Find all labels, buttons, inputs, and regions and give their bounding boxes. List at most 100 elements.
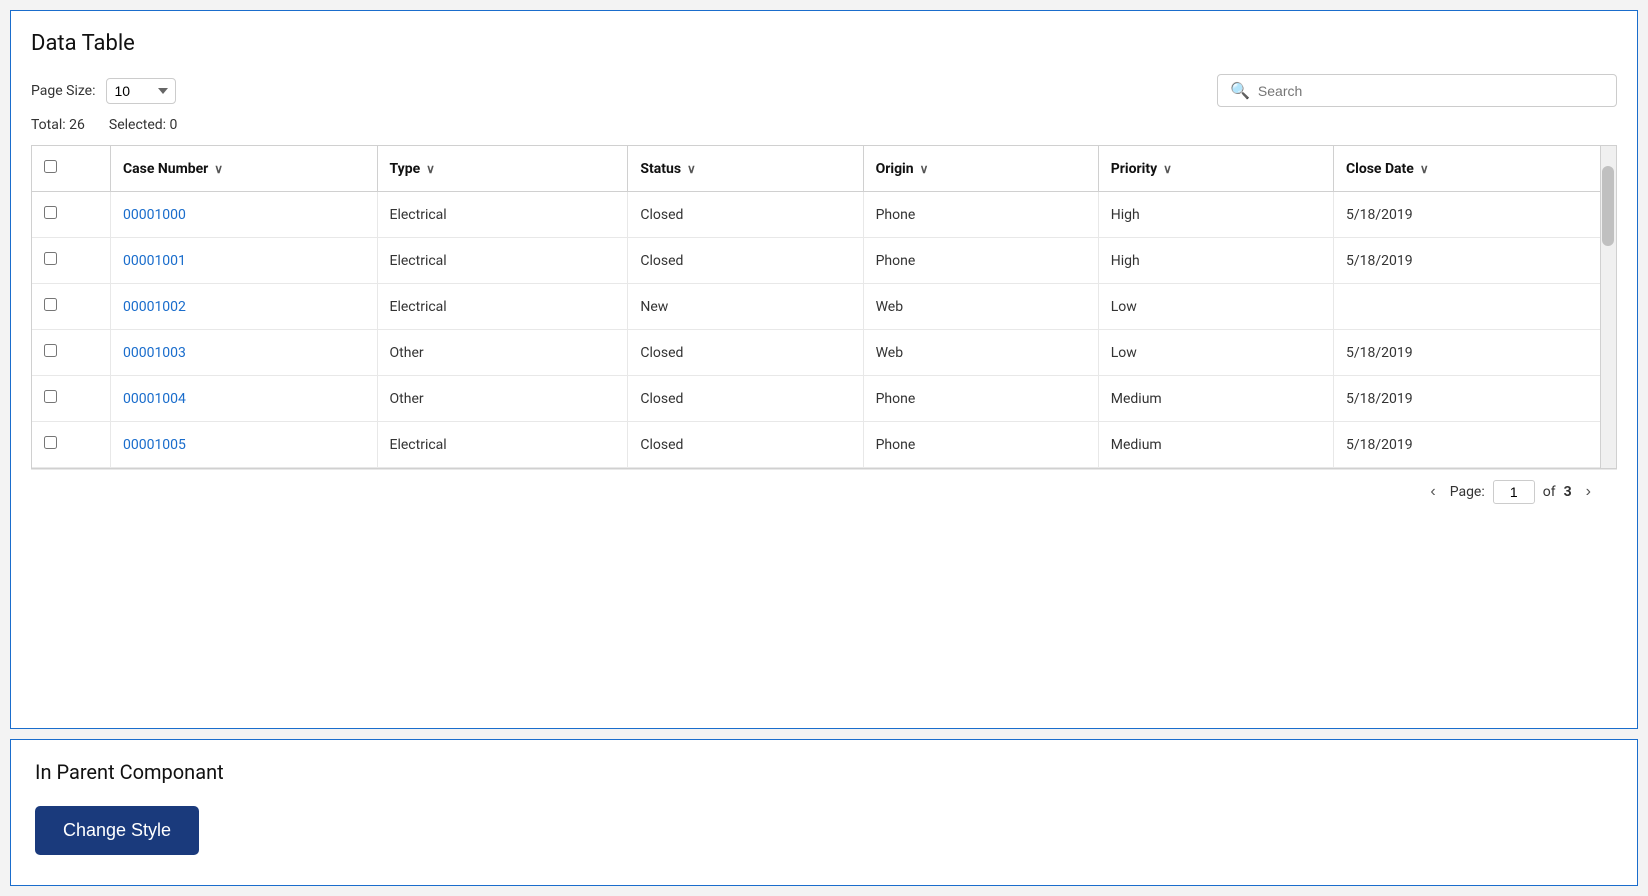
cell-case-number: 00001001 [110,238,377,284]
table-scroll: Case Number ∨ Type ∨ Sta [32,146,1600,468]
page-number-input[interactable] [1493,480,1535,504]
data-table: Case Number ∨ Type ∨ Sta [32,146,1600,468]
table-row: 00001005 ElectricalClosedPhoneMedium5/18/… [32,422,1600,468]
sort-icon-origin: ∨ [920,162,929,176]
search-icon: 🔍 [1230,81,1250,100]
case-number-link[interactable]: 00001003 [123,345,186,361]
row-checkbox-cell [32,284,110,330]
bottom-title: In Parent Componant [35,760,1613,784]
toolbar: Page Size: 10 5 25 50 100 🔍 [31,74,1617,107]
page-size-label: Page Size: [31,83,96,99]
cell-origin: Phone [863,238,1098,284]
main-container: Data Table Page Size: 10 5 25 50 100 🔍 T… [10,10,1638,729]
row-checkbox[interactable] [44,206,57,219]
cell-case-number: 00001005 [110,422,377,468]
cell-type: Electrical [377,422,628,468]
cell-case-number: 00001000 [110,192,377,238]
cell-origin: Phone [863,192,1098,238]
cell-closedate: 5/18/2019 [1333,376,1600,422]
next-page-button[interactable]: › [1580,481,1597,503]
cell-priority: High [1098,192,1333,238]
cell-closedate: 5/18/2019 [1333,330,1600,376]
table-row: 00001004OtherClosedPhoneMedium5/18/2019 [32,376,1600,422]
row-checkbox-cell [32,422,110,468]
col-header-origin[interactable]: Origin ∨ [863,146,1098,192]
row-checkbox[interactable] [44,390,57,403]
cell-type: Electrical [377,238,628,284]
row-checkbox[interactable] [44,252,57,265]
row-checkbox-cell [32,376,110,422]
col-header-case-number[interactable]: Case Number ∨ [110,146,377,192]
cell-status: Closed [628,422,863,468]
data-table-wrapper: Case Number ∨ Type ∨ Sta [31,145,1617,469]
table-body: 00001000ElectricalClosedPhoneHigh5/18/20… [32,192,1600,468]
cell-origin: Phone [863,376,1098,422]
case-number-link[interactable]: 00001004 [123,391,186,407]
col-header-close-date[interactable]: Close Date ∨ [1333,146,1600,192]
table-row: 00001003 OtherClosedWebLow5/18/2019 [32,330,1600,376]
cell-priority: Medium [1098,376,1333,422]
row-checkbox[interactable] [44,298,57,311]
bottom-section: In Parent Componant Change Style [10,739,1638,886]
table-header-row: Case Number ∨ Type ∨ Sta [32,146,1600,192]
table-row: 00001001 ElectricalClosedPhoneHigh5/18/20… [32,238,1600,284]
prev-page-button[interactable]: ‹ [1424,481,1441,503]
selected-count: Selected: 0 [109,117,178,133]
cell-closedate: 5/18/2019 [1333,192,1600,238]
cell-status: New [628,284,863,330]
cell-type: Other [377,330,628,376]
total-count: Total: 26 [31,117,85,133]
select-all-checkbox[interactable] [44,160,57,173]
row-checkbox-cell [32,330,110,376]
table-row: 00001002 ElectricalNewWebLow [32,284,1600,330]
cell-case-number: 00001003 [110,330,377,376]
scrollbar-thumb[interactable] [1602,166,1614,246]
page-size-select[interactable]: 10 5 25 50 100 [106,78,176,104]
cell-type: Electrical [377,192,628,238]
pagination-row: ‹ Page: of 3 › [31,469,1617,514]
sort-icon-priority: ∨ [1163,162,1172,176]
table-row: 00001000 ElectricalClosedPhoneHigh5/18/20… [32,192,1600,238]
case-number-link[interactable]: 00001000 [123,207,186,223]
scrollbar-area[interactable] [1600,146,1616,468]
sort-icon-close-date: ∨ [1420,162,1429,176]
col-header-priority[interactable]: Priority ∨ [1098,146,1333,192]
cell-status: Closed [628,238,863,284]
change-style-button[interactable]: Change Style [35,806,199,855]
cell-priority: Medium [1098,422,1333,468]
cell-origin: Web [863,330,1098,376]
sort-icon-status: ∨ [687,162,696,176]
page-title: Data Table [31,31,1617,56]
case-number-link[interactable]: 00001001 [123,253,186,269]
of-label: of [1543,484,1556,500]
cell-priority: Low [1098,330,1333,376]
search-box: 🔍 [1217,74,1617,107]
cell-type: Electrical [377,284,628,330]
cell-origin: Phone [863,422,1098,468]
cell-status: Closed [628,330,863,376]
case-number-link[interactable]: 00001005 [123,437,186,453]
total-pages: 3 [1564,484,1572,500]
cell-type: Other [377,376,628,422]
row-checkbox[interactable] [44,344,57,357]
page-label: Page: [1450,484,1485,500]
sort-icon-case-number: ∨ [214,162,223,176]
cell-origin: Web [863,284,1098,330]
cell-closedate: 5/18/2019 [1333,238,1600,284]
cell-closedate [1333,284,1600,330]
row-checkbox-cell [32,238,110,284]
sort-icon-type: ∨ [426,162,435,176]
row-checkbox[interactable] [44,436,57,449]
case-number-link[interactable]: 00001002 [123,299,186,315]
col-header-type[interactable]: Type ∨ [377,146,628,192]
cell-status: Closed [628,192,863,238]
select-all-checkbox-header[interactable] [32,146,110,192]
totals-row: Total: 26 Selected: 0 [31,117,1617,133]
search-input[interactable] [1258,83,1604,99]
row-checkbox-cell [32,192,110,238]
cell-closedate: 5/18/2019 [1333,422,1600,468]
cell-case-number: 00001002 [110,284,377,330]
cell-priority: Low [1098,284,1333,330]
col-header-status[interactable]: Status ∨ [628,146,863,192]
cell-priority: High [1098,238,1333,284]
